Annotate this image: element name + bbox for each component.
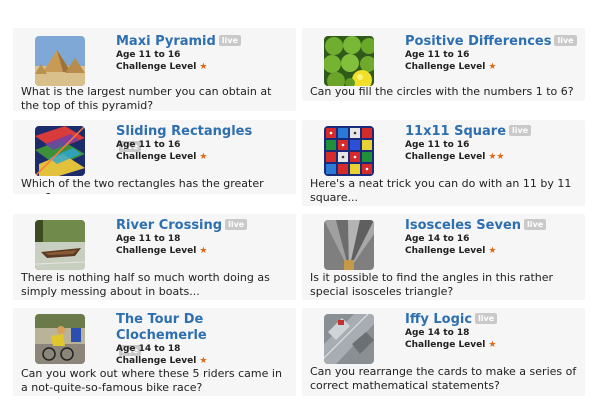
challenge-description: There is nothing half so much worth doin… — [21, 271, 270, 298]
challenge-description: What is the largest number you can obtai… — [21, 85, 272, 111]
live-badge: live — [218, 35, 241, 46]
star-icon: ★ — [488, 62, 497, 72]
live-badge: live — [554, 35, 577, 46]
challenge-card[interactable]: River Crossing live Age 11 to 18 Challeng… — [13, 214, 296, 300]
live-badge: live — [225, 219, 248, 230]
challenge-level: Challenge Level ★★ — [405, 152, 505, 162]
limes-photo-icon[interactable] — [324, 36, 374, 86]
challenge-description: Here's a neat trick you can do with an 1… — [310, 177, 572, 204]
challenge-description: Is it possible to find the angles in thi… — [310, 271, 554, 298]
star-icon: ★★ — [488, 152, 505, 162]
cyclists-photo-icon[interactable] — [35, 314, 85, 364]
challenge-title[interactable]: Maxi Pyramid live — [116, 34, 276, 50]
age-range: Age 11 to 16 — [405, 50, 470, 60]
challenge-card[interactable]: Iffy Logic live Age 14 to 18 Challenge Le… — [302, 308, 585, 396]
challenge-card[interactable]: Isosceles Seven live Age 14 to 16 Challen… — [302, 214, 585, 300]
pyramid-photo-icon[interactable] — [35, 36, 85, 86]
challenge-description: Which of the two rectangles has the grea… — [21, 177, 264, 194]
challenge-level: Challenge Level ★ — [116, 356, 208, 366]
challenge-card[interactable]: The Tour De Clochemerlelive Age 14 to 18… — [13, 308, 296, 396]
star-icon: ★ — [488, 246, 497, 256]
star-icon: ★ — [199, 246, 208, 256]
star-icon: ★ — [199, 152, 208, 162]
challenge-level: Challenge Level ★ — [405, 246, 497, 256]
challenge-level: Challenge Level ★ — [116, 246, 208, 256]
challenge-level: Challenge Level ★ — [405, 340, 497, 350]
challenge-description: Can you fill the circles with the number… — [310, 85, 574, 98]
challenge-title[interactable]: Isosceles Seven live — [405, 218, 565, 234]
challenge-title[interactable]: Positive Differences live — [405, 34, 580, 50]
live-badge: live — [524, 219, 547, 230]
challenge-title[interactable]: 11x11 Square live — [405, 124, 565, 140]
live-badge: live — [475, 313, 498, 324]
star-icon: ★ — [488, 340, 497, 350]
challenge-grid: Maxi Pyramid live Age 11 to 16 Challenge … — [0, 0, 600, 400]
challenge-title[interactable]: Iffy Logic live — [405, 312, 565, 328]
cards-photo-icon[interactable] — [324, 314, 374, 364]
challenge-level: Challenge Level ★ — [116, 62, 208, 72]
boat-photo-icon[interactable] — [35, 220, 85, 270]
challenge-level: Challenge Level ★ — [116, 152, 208, 162]
fan-photo-icon[interactable] — [324, 220, 374, 270]
age-range: Age 11 to 18 — [116, 234, 181, 244]
challenge-description: Can you work out where these 5 riders ca… — [21, 367, 282, 394]
star-icon: ★ — [199, 356, 208, 366]
age-range: Age 14 to 18 — [405, 328, 470, 338]
rectangles-photo-icon[interactable] — [35, 126, 85, 176]
live-badge: live — [509, 125, 532, 136]
age-range: Age 14 to 18 — [116, 344, 181, 354]
challenge-card[interactable]: Positive Differences live Age 11 to 16 Ch… — [302, 28, 585, 101]
challenge-card[interactable]: Sliding Rectangleslive Age 11 to 16 Chal… — [13, 120, 296, 194]
challenge-description: Can you rearrange the cards to make a se… — [310, 365, 577, 392]
age-range: Age 11 to 16 — [116, 50, 181, 60]
age-range: Age 11 to 16 — [116, 140, 181, 150]
star-icon: ★ — [199, 62, 208, 72]
challenge-level: Challenge Level ★ — [405, 62, 497, 72]
challenge-card[interactable]: 11x11 Square live Age 11 to 16 Challenge … — [302, 120, 585, 206]
challenge-title[interactable]: River Crossing live — [116, 218, 276, 234]
age-range: Age 11 to 16 — [405, 140, 470, 150]
age-range: Age 14 to 16 — [405, 234, 470, 244]
dice-photo-icon[interactable] — [324, 126, 374, 176]
challenge-card[interactable]: Maxi Pyramid live Age 11 to 16 Challenge … — [13, 28, 296, 111]
